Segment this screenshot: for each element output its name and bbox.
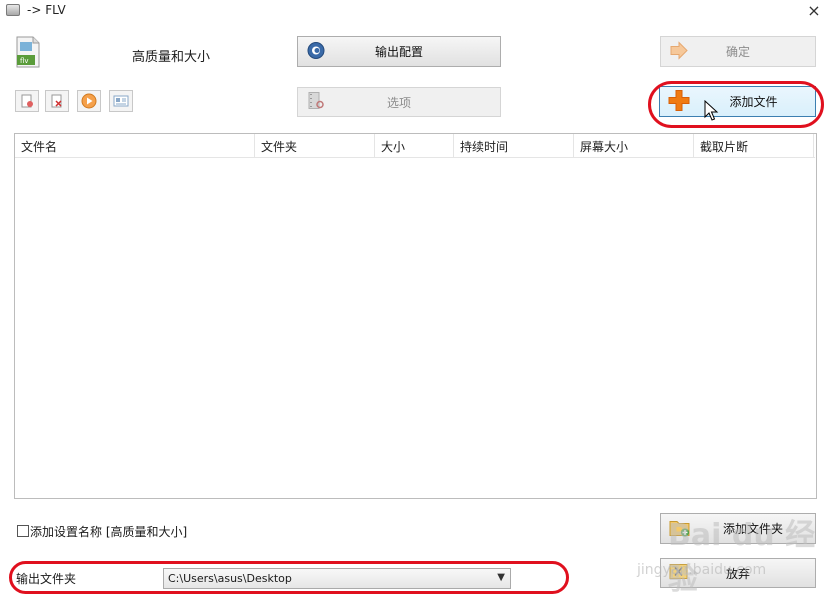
output-config-label: 输出配置 <box>374 45 423 59</box>
delete-file-icon <box>51 94 62 108</box>
column-header-screen-size[interactable]: 屏幕大小 <box>574 134 694 158</box>
clear-list-button[interactable] <box>45 90 69 112</box>
watermark-logo: Bai du 经验 <box>668 518 816 597</box>
table-header: 文件名 文件夹 大小 持续时间 屏幕大小 截取片断 <box>15 134 815 158</box>
window-title: -> FLV <box>27 3 66 17</box>
app-icon <box>6 4 20 16</box>
output-folder-label: 输出文件夹 <box>16 572 77 586</box>
close-button[interactable]: × <box>800 0 828 22</box>
preset-label: 高质量和大小 <box>132 50 211 65</box>
remove-item-button[interactable] <box>15 90 39 112</box>
info-card-icon <box>113 95 129 107</box>
output-folder-select[interactable]: C:\Users\asus\Desktop ▼ <box>163 568 511 589</box>
ok-label: 确定 <box>725 45 750 59</box>
flv-file-icon: flv <box>15 36 41 68</box>
mouse-cursor-icon <box>704 100 719 121</box>
options-label: 选项 <box>386 95 411 110</box>
config-gear-icon <box>306 40 326 63</box>
output-folder-value: C:\Users\asus\Desktop <box>168 572 292 585</box>
file-list-table[interactable]: 文件名 文件夹 大小 持续时间 屏幕大小 截取片断 <box>14 133 817 499</box>
add-file-label: 添加文件 <box>729 95 778 109</box>
column-header-folder[interactable]: 文件夹 <box>255 134 375 158</box>
column-header-clip[interactable]: 截取片断 <box>694 134 814 158</box>
play-icon <box>81 93 97 109</box>
options-button[interactable]: 选项 <box>297 87 501 117</box>
media-info-button[interactable] <box>109 90 133 112</box>
output-config-button[interactable]: 输出配置 <box>297 36 501 67</box>
arrow-right-icon <box>669 40 689 62</box>
add-file-button[interactable]: 添加文件 <box>659 86 816 117</box>
add-setting-name-label: 添加设置名称 [高质量和大小] <box>30 525 188 539</box>
add-setting-name-checkbox[interactable] <box>17 525 29 537</box>
column-header-duration[interactable]: 持续时间 <box>454 134 574 158</box>
ok-button[interactable]: 确定 <box>660 36 816 67</box>
film-scissors-icon <box>306 91 326 114</box>
column-header-size[interactable]: 大小 <box>375 134 454 158</box>
play-button[interactable] <box>77 90 101 112</box>
plus-icon <box>668 89 690 114</box>
remove-file-icon <box>21 94 33 108</box>
svg-text:flv: flv <box>20 57 29 65</box>
watermark-url: jingyan.baidu.com <box>637 562 767 578</box>
column-header-filename[interactable]: 文件名 <box>15 134 255 158</box>
chevron-down-icon[interactable]: ▼ <box>497 572 505 583</box>
